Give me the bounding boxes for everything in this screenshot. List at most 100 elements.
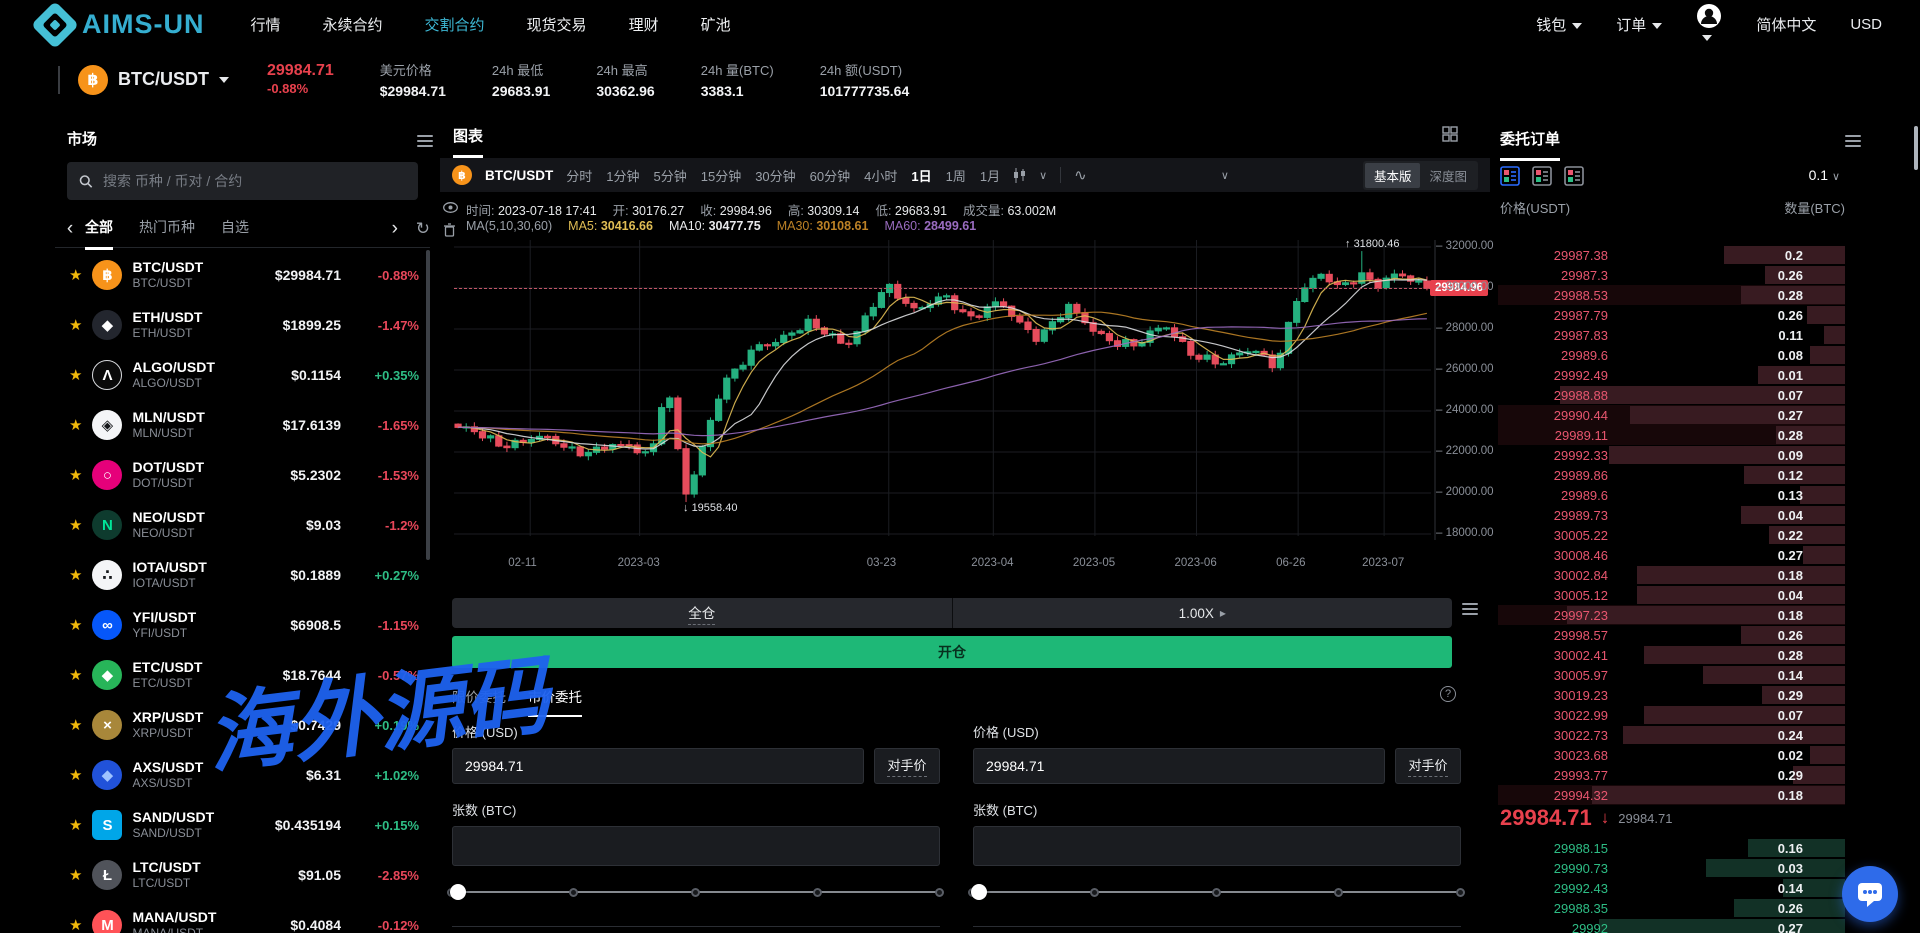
favorite-star-icon[interactable]: ★ bbox=[69, 766, 82, 784]
market-row[interactable]: ★◈MLN/USDTMLN/USDT$17.6139-1.65% bbox=[55, 400, 423, 450]
orderbook-layout-icon[interactable] bbox=[1532, 166, 1552, 186]
market-row[interactable]: ★ŁLTC/USDTLTC/USDT$91.05-2.85% bbox=[55, 850, 423, 900]
nav-item-0[interactable]: 行情 bbox=[251, 14, 281, 35]
orderbook-row[interactable]: 30005.970.14 bbox=[1498, 665, 1845, 685]
wallet-menu[interactable]: 钱包 bbox=[1536, 14, 1582, 35]
favorite-star-icon[interactable]: ★ bbox=[69, 516, 82, 534]
timeframe-1分钟[interactable]: 1分钟 bbox=[606, 166, 639, 185]
orderbook-row[interactable]: 30022.990.07 bbox=[1498, 705, 1845, 725]
orderbook-row[interactable]: 29989.730.04 bbox=[1498, 505, 1845, 525]
open-position-button[interactable]: 开仓 bbox=[452, 636, 1452, 668]
orderbook-row[interactable]: 30008.460.27 bbox=[1498, 545, 1845, 565]
account-menu[interactable] bbox=[1696, 3, 1722, 46]
margin-mode-button[interactable]: 全仓 bbox=[452, 598, 953, 628]
market-row[interactable]: ★∞YFI/USDTYFI/USDT$6908.5-1.15% bbox=[55, 600, 423, 650]
nav-item-2[interactable]: 交割合约 bbox=[425, 14, 485, 35]
market-row[interactable]: ★SSAND/USDTSAND/USDT$0.435194+0.15% bbox=[55, 800, 423, 850]
orderbook-row[interactable]: 29998.570.26 bbox=[1498, 625, 1845, 645]
chart-tab[interactable]: 图表 bbox=[453, 125, 483, 158]
counter-price-button[interactable]: 对手价 bbox=[1395, 748, 1461, 784]
favorite-star-icon[interactable]: ★ bbox=[69, 416, 82, 434]
market-row[interactable]: ★ΛALGO/USDTALGO/USDT$0.1154+0.35% bbox=[55, 350, 423, 400]
orderbook-row[interactable]: 29989.60.08 bbox=[1498, 345, 1845, 365]
orderbook-row[interactable]: 29988.350.26 bbox=[1498, 898, 1845, 918]
orderbook-menu-icon[interactable] bbox=[1845, 132, 1861, 150]
market-row[interactable]: ★◆ETC/USDTETC/USDT$18.7644-0.57% bbox=[55, 650, 423, 700]
market-row[interactable]: ★MMANA/USDTMANA/USDT$0.4084-0.12% bbox=[55, 900, 423, 933]
nav-item-3[interactable]: 现货交易 bbox=[527, 14, 587, 35]
market-row[interactable]: ★NNEO/USDTNEO/USDT$9.03-1.2% bbox=[55, 500, 423, 550]
orderbook-row[interactable]: 29994.320.18 bbox=[1498, 785, 1845, 805]
orderbook-row[interactable]: 29992.330.09 bbox=[1498, 445, 1845, 465]
view-tab[interactable]: 基本版 bbox=[1365, 163, 1421, 188]
market-row[interactable]: ★฿BTC/USDTBTC/USDT$29984.71-0.88% bbox=[55, 250, 423, 300]
nav-item-4[interactable]: 理财 bbox=[629, 14, 659, 35]
precision-selector[interactable]: 0.1 ∨ bbox=[1760, 167, 1840, 183]
market-row[interactable]: ★◆ETH/USDTETH/USDT$1899.25-1.47% bbox=[55, 300, 423, 350]
timeframe-5分钟[interactable]: 5分钟 bbox=[654, 166, 687, 185]
leverage-button[interactable]: 1.00X▸ bbox=[953, 598, 1453, 628]
timeframe-30分钟[interactable]: 30分钟 bbox=[755, 166, 795, 185]
orderbook-row[interactable]: 29987.830.11 bbox=[1498, 325, 1845, 345]
market-tab-2[interactable]: 自选 bbox=[221, 217, 249, 250]
market-row[interactable]: ★×XRP/USDTXRP/USDT$0.7429+0.19% bbox=[55, 700, 423, 750]
orders-menu[interactable]: 订单 bbox=[1616, 14, 1662, 35]
layout-grid-icon[interactable] bbox=[1442, 126, 1458, 142]
orderbook-layout-icon[interactable] bbox=[1500, 166, 1520, 186]
timeframe-4小时[interactable]: 4小时 bbox=[864, 166, 897, 185]
orderbook-row[interactable]: 299920.27 bbox=[1498, 918, 1845, 933]
currency-selector[interactable]: USD bbox=[1850, 16, 1882, 33]
orderbook-row[interactable]: 29992.490.01 bbox=[1498, 365, 1845, 385]
chevron-down-icon[interactable] bbox=[219, 77, 229, 83]
market-row[interactable]: ★○DOT/USDTDOT/USDT$5.2302-1.53% bbox=[55, 450, 423, 500]
orderbook-row[interactable]: 29987.30.26 bbox=[1498, 265, 1845, 285]
view-tab[interactable]: 深度图 bbox=[1420, 163, 1476, 188]
chat-button[interactable] bbox=[1842, 866, 1898, 922]
nav-item-1[interactable]: 永续合约 bbox=[323, 14, 383, 35]
timeframe-1日[interactable]: 1日 bbox=[911, 166, 931, 185]
language-selector[interactable]: 简体中文 bbox=[1756, 14, 1816, 35]
chevron-down-icon[interactable]: ∨ bbox=[1221, 169, 1229, 182]
orderbook-row[interactable]: 29987.790.26 bbox=[1498, 305, 1845, 325]
counter-price-button[interactable]: 对手价 bbox=[874, 748, 940, 784]
favorite-star-icon[interactable]: ★ bbox=[69, 316, 82, 334]
logo[interactable]: AIMS-UN bbox=[38, 8, 205, 42]
chevron-down-icon[interactable]: ∨ bbox=[1039, 169, 1047, 182]
favorite-star-icon[interactable]: ★ bbox=[69, 466, 82, 484]
slider-thumb[interactable] bbox=[971, 884, 987, 900]
help-icon[interactable]: ? bbox=[1440, 686, 1456, 702]
favorite-star-icon[interactable]: ★ bbox=[69, 816, 82, 834]
favorite-star-icon[interactable]: ★ bbox=[69, 366, 82, 384]
trade-menu-icon[interactable] bbox=[1462, 600, 1478, 618]
tab-market-order[interactable]: 市价委托 bbox=[528, 686, 582, 717]
orderbook-row[interactable]: 29987.380.2 bbox=[1498, 245, 1845, 265]
nav-item-5[interactable]: 矿池 bbox=[701, 14, 731, 35]
market-row[interactable]: ★◆AXS/USDTAXS/USDT$6.31+1.02% bbox=[55, 750, 423, 800]
slider-thumb[interactable] bbox=[450, 884, 466, 900]
orderbook-row[interactable]: 30019.230.29 bbox=[1498, 685, 1845, 705]
timeframe-60分钟[interactable]: 60分钟 bbox=[810, 166, 850, 185]
orderbook-row[interactable]: 30002.410.28 bbox=[1498, 645, 1845, 665]
orderbook-row[interactable]: 29992.430.14 bbox=[1498, 878, 1845, 898]
market-menu-icon[interactable] bbox=[417, 132, 433, 150]
favorite-star-icon[interactable]: ★ bbox=[69, 616, 82, 634]
timeframe-分时[interactable]: 分时 bbox=[566, 166, 592, 185]
orderbook-row[interactable]: 29997.230.18 bbox=[1498, 605, 1845, 625]
search-box[interactable] bbox=[67, 162, 418, 200]
orderbook-row[interactable]: 29988.150.16 bbox=[1498, 838, 1845, 858]
orderbook-row[interactable]: 29993.770.29 bbox=[1498, 765, 1845, 785]
orderbook-row[interactable]: 30022.730.24 bbox=[1498, 725, 1845, 745]
market-tab-0[interactable]: 全部 bbox=[85, 217, 113, 250]
timeframe-1月[interactable]: 1月 bbox=[980, 166, 1000, 185]
chevron-left-icon[interactable]: ‹ bbox=[55, 218, 85, 240]
orderbook-row[interactable]: 30023.680.02 bbox=[1498, 745, 1845, 765]
orderbook-row[interactable]: 29990.440.27 bbox=[1498, 405, 1845, 425]
timeframe-1周[interactable]: 1周 bbox=[946, 166, 966, 185]
favorite-star-icon[interactable]: ★ bbox=[69, 916, 82, 933]
eye-icon[interactable] bbox=[443, 202, 458, 213]
tab-limit-order[interactable]: 限价委托 bbox=[452, 686, 506, 717]
favorite-star-icon[interactable]: ★ bbox=[69, 266, 82, 284]
qty-slider-long[interactable] bbox=[452, 884, 940, 900]
orderbook-row[interactable]: 30002.840.18 bbox=[1498, 565, 1845, 585]
favorite-star-icon[interactable]: ★ bbox=[69, 866, 82, 884]
